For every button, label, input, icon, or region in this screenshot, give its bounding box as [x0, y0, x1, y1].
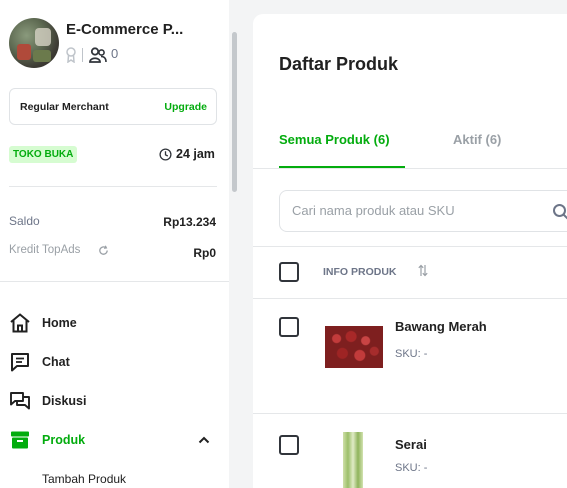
kredit-topads-label: Kredit TopAds — [9, 244, 81, 256]
product-icon — [11, 431, 29, 449]
product-sku: SKU: - — [395, 348, 428, 360]
search-input[interactable] — [292, 203, 542, 218]
sidebar-item-label: Home — [42, 316, 77, 330]
divider — [253, 168, 567, 169]
discussion-icon — [10, 392, 30, 410]
separator — [82, 48, 83, 62]
search-icon[interactable] — [552, 203, 567, 221]
shop-avatar[interactable] — [9, 18, 59, 68]
page-title: Daftar Produk — [279, 54, 399, 74]
operating-hours: 24 jam — [176, 147, 215, 161]
row-checkbox[interactable] — [279, 435, 299, 455]
sidebar: E-Commerce P... 0 Regular Merchant Upgra… — [0, 0, 229, 488]
divider — [9, 186, 217, 187]
sidebar-item-produk[interactable]: Produk — [9, 428, 219, 454]
followers-icon — [89, 47, 107, 63]
saldo-label: Saldo — [9, 214, 40, 228]
refresh-icon[interactable] — [98, 245, 109, 256]
divider — [253, 298, 567, 299]
shop-status-badge: TOKO BUKA — [9, 146, 78, 163]
medal-icon — [66, 47, 76, 63]
sidebar-item-label: Produk — [42, 433, 86, 447]
divider — [253, 246, 567, 247]
sidebar-scrollbar[interactable] — [232, 32, 237, 192]
divider — [253, 413, 567, 414]
product-name[interactable]: Serai — [395, 437, 427, 452]
kredit-topads-value[interactable]: Rp0 — [193, 246, 216, 260]
follower-count: 0 — [111, 46, 119, 61]
tab-semua-produk[interactable]: Semua Produk (6) — [279, 132, 390, 147]
search-box[interactable] — [279, 190, 567, 232]
merchant-card: Regular Merchant Upgrade — [9, 88, 217, 125]
main-panel: Daftar Produk Semua Produk (6) Aktif (6)… — [253, 14, 567, 488]
sidebar-item-label: Chat — [42, 355, 70, 369]
home-icon — [10, 313, 30, 333]
divider — [0, 281, 229, 282]
saldo-value[interactable]: Rp13.234 — [163, 215, 216, 229]
product-image[interactable] — [325, 326, 383, 368]
sidebar-item-label: Diskusi — [42, 394, 87, 408]
select-all-checkbox[interactable] — [279, 262, 299, 282]
product-name[interactable]: Bawang Merah — [395, 319, 487, 334]
sidebar-item-home[interactable]: Home — [9, 311, 219, 337]
product-image[interactable] — [343, 432, 363, 488]
column-header-info-produk[interactable]: INFO PRODUK — [323, 266, 397, 278]
sidebar-item-chat[interactable]: Chat — [9, 350, 219, 376]
chat-icon — [11, 353, 29, 372]
product-sku: SKU: - — [395, 462, 428, 474]
shop-name[interactable]: E-Commerce P... — [66, 21, 183, 38]
merchant-label: Regular Merchant — [20, 101, 109, 113]
sidebar-subitem-tambah-produk[interactable]: Tambah Produk — [42, 472, 126, 486]
upgrade-link[interactable]: Upgrade — [164, 101, 207, 113]
row-checkbox[interactable] — [279, 317, 299, 337]
chevron-up-icon[interactable] — [198, 434, 210, 446]
sort-icon[interactable] — [418, 264, 428, 277]
tab-aktif[interactable]: Aktif (6) — [453, 132, 501, 147]
sidebar-item-diskusi[interactable]: Diskusi — [9, 389, 219, 415]
clock-icon — [159, 148, 172, 161]
